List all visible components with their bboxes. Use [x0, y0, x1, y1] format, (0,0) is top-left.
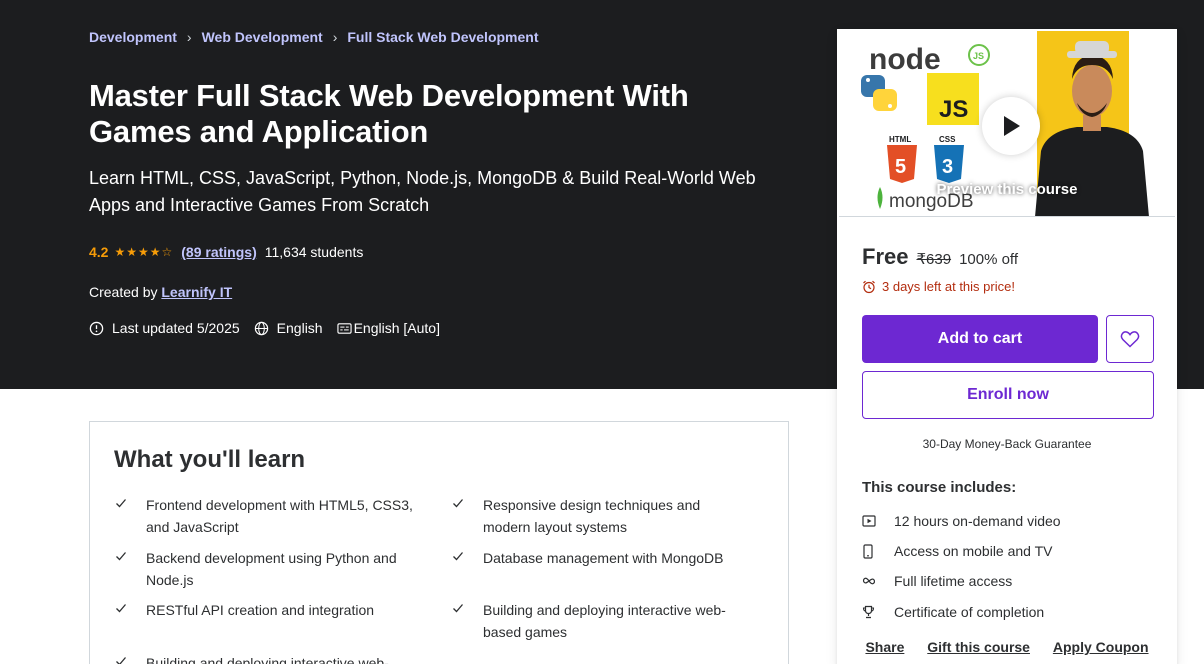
check-icon [114, 547, 146, 591]
learn-item-text: Building and deploying interactive web-b… [483, 602, 726, 640]
learn-item: Responsive design techniques and modern … [451, 494, 751, 538]
infinity-icon [862, 576, 894, 586]
breadcrumb-item-web-development[interactable]: Web Development [202, 29, 323, 45]
learn-item-text: Frontend development with HTML5, CSS3, a… [146, 497, 413, 535]
learn-item: Backend development using Python and Nod… [114, 547, 414, 591]
includes-item: Access on mobile and TV [862, 543, 1053, 559]
includes-title: This course includes: [862, 479, 1017, 496]
course-meta: Last updated 5/2025 English English [Aut… [89, 320, 454, 336]
learn-item-text: Building and deploying interactive web-b… [146, 655, 389, 664]
breadcrumb: Development › Web Development › Full Sta… [89, 29, 539, 45]
learn-item-text: Backend development using Python and Nod… [146, 550, 397, 588]
check-icon [114, 494, 146, 538]
rating-row: 4.2 ★★★★☆ (89 ratings) 11,634 students [89, 244, 363, 260]
chevron-right-icon: › [332, 29, 338, 45]
star-rating-icon: ★★★★☆ [114, 245, 174, 259]
video-icon [862, 515, 894, 527]
instructor-link[interactable]: Learnify IT [161, 284, 232, 300]
purchase-card: node JS JS HTML 5 CSS 3 mongoDB Preview … [837, 29, 1177, 664]
learn-title: What you'll learn [114, 446, 306, 473]
play-button[interactable] [982, 97, 1040, 155]
includes-item: 12 hours on-demand video [862, 513, 1061, 529]
breadcrumb-item-full-stack[interactable]: Full Stack Web Development [347, 29, 538, 45]
breadcrumb-item-development[interactable]: Development [89, 29, 177, 45]
course-preview[interactable]: node JS JS HTML 5 CSS 3 mongoDB Preview … [839, 31, 1175, 217]
javascript-logo: JS [939, 96, 968, 123]
svg-text:5: 5 [895, 156, 906, 178]
mobile-icon [862, 543, 894, 559]
gift-course-link[interactable]: Gift this course [927, 639, 1030, 655]
created-by-label: Created by [89, 284, 158, 300]
html-logo: HTML [889, 135, 911, 144]
money-back-guarantee: 30-Day Money-Back Guarantee [922, 437, 1092, 451]
check-icon [451, 547, 483, 569]
alert-badge-icon [89, 321, 104, 335]
includes-item: Certificate of completion [862, 604, 1044, 620]
heart-icon [1120, 331, 1140, 348]
price-countdown: 3 days left at this price! [862, 279, 1015, 294]
students-count: 11,634 students [264, 244, 364, 260]
check-icon [114, 652, 146, 664]
wishlist-button[interactable] [1106, 315, 1154, 363]
original-price: ₹639 [916, 251, 952, 268]
language: English [254, 320, 323, 336]
node-logo: node [869, 43, 941, 76]
includes-item-label: Access on mobile and TV [894, 543, 1053, 559]
learn-item: Building and deploying interactive web-b… [114, 652, 414, 664]
countdown-text: 3 days left at this price! [882, 279, 1015, 294]
learn-item: Building and deploying interactive web-b… [451, 599, 751, 643]
price-row: Free ₹639 100% off [862, 244, 1018, 270]
learn-item: Frontend development with HTML5, CSS3, a… [114, 494, 414, 538]
check-icon [451, 494, 483, 538]
language-text: English [276, 320, 323, 336]
svg-text:3: 3 [942, 156, 953, 178]
card-links: Share Gift this course Apply Coupon [838, 639, 1176, 655]
learn-item: RESTful API creation and integration [114, 599, 414, 621]
learn-item: Database management with MongoDB [451, 547, 751, 569]
what-youll-learn: What you'll learn Frontend development w… [89, 421, 789, 664]
trophy-icon [862, 605, 894, 619]
preview-label: Preview this course [936, 181, 1078, 198]
rating-value: 4.2 [89, 244, 109, 260]
last-updated-text: Last updated 5/2025 [112, 320, 240, 336]
play-icon [1004, 116, 1020, 136]
current-price: Free [862, 244, 909, 269]
last-updated: Last updated 5/2025 [89, 320, 240, 336]
course-title: Master Full Stack Web Development With G… [89, 78, 689, 149]
add-to-cart-button[interactable]: Add to cart [862, 315, 1098, 363]
includes-item-label: Certificate of completion [894, 604, 1045, 620]
chevron-right-icon: › [186, 29, 192, 45]
apply-coupon-link[interactable]: Apply Coupon [1053, 639, 1149, 655]
closed-captions-icon [336, 322, 352, 334]
includes-item: Full lifetime access [862, 573, 1012, 589]
check-icon [451, 599, 483, 643]
alarm-clock-icon [863, 280, 875, 293]
captions-text: English [Auto] [353, 320, 440, 336]
created-by: Created by Learnify IT [89, 284, 232, 300]
learn-item-text: RESTful API creation and integration [146, 602, 375, 618]
svg-text:JS: JS [973, 51, 984, 61]
share-link[interactable]: Share [865, 639, 904, 655]
css-logo: CSS [939, 135, 956, 144]
discount-percent: 100% off [959, 251, 1019, 268]
globe-icon [254, 321, 268, 335]
check-icon [114, 599, 146, 621]
captions: English [Auto] [336, 320, 440, 336]
enroll-now-button[interactable]: Enroll now [862, 371, 1154, 419]
learn-item-text: Database management with MongoDB [483, 550, 724, 566]
ratings-count-link[interactable]: (89 ratings) [181, 244, 256, 260]
includes-item-label: 12 hours on-demand video [894, 513, 1061, 529]
learn-item-text: Responsive design techniques and modern … [483, 497, 701, 535]
course-subtitle: Learn HTML, CSS, JavaScript, Python, Nod… [89, 168, 756, 215]
includes-item-label: Full lifetime access [894, 573, 1013, 589]
